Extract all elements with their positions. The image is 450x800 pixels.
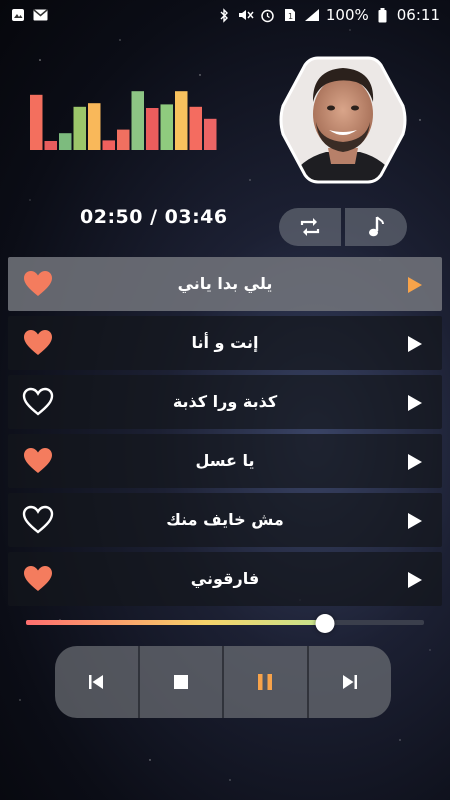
pause-icon (258, 674, 273, 690)
equalizer-bar (175, 91, 188, 150)
equalizer-bar (204, 118, 217, 150)
equalizer-bar (160, 104, 173, 150)
heart-filled-icon[interactable] (22, 564, 54, 594)
play-icon[interactable] (406, 512, 424, 530)
playback-controls (55, 646, 391, 718)
battery-icon (375, 7, 391, 23)
heart-outline-icon[interactable] (22, 387, 54, 417)
play-icon[interactable] (406, 394, 424, 412)
playback-time: 02:50 / 03:46 (80, 206, 228, 228)
song-title: إنت و أنا (191, 333, 259, 352)
gmail-notification-icon (32, 7, 48, 23)
equalizer-bar (131, 91, 144, 150)
play-icon[interactable] (406, 571, 424, 589)
song-row[interactable]: يلي بدا ياني (8, 257, 442, 311)
sim-icon: 1 (282, 7, 298, 23)
skip-previous-icon (89, 675, 104, 689)
equalizer-bar (44, 141, 57, 150)
stop-button[interactable] (140, 646, 224, 718)
seek-bar[interactable] (26, 614, 424, 633)
pause-button[interactable] (224, 646, 309, 718)
previous-button[interactable] (55, 646, 140, 718)
bluetooth-icon (216, 7, 232, 23)
equalizer-bar (102, 140, 115, 150)
mute-icon (238, 7, 254, 23)
signal-icon (304, 7, 320, 23)
song-title: فارقوني (190, 569, 260, 588)
heart-filled-icon[interactable] (22, 269, 54, 299)
song-title: يلي بدا ياني (177, 274, 273, 293)
equalizer-bar (59, 133, 72, 150)
song-row[interactable]: كذبة ورا كذبة (8, 375, 442, 429)
gallery-notification-icon (10, 7, 26, 23)
heart-filled-icon[interactable] (22, 328, 54, 358)
song-list: يلي بدا ياني إنت و أنا كذبة ورا كذبة يا عسل… (8, 257, 442, 611)
heart-filled-icon[interactable] (22, 446, 54, 476)
song-row[interactable]: يا عسل (8, 434, 442, 488)
equalizer-visualizer (30, 91, 217, 150)
song-row[interactable]: إنت و أنا (8, 316, 442, 370)
play-icon[interactable] (406, 335, 424, 353)
skip-next-icon (342, 675, 357, 689)
artist-avatar (276, 52, 410, 188)
equalizer-bar (117, 129, 130, 150)
song-title: كذبة ورا كذبة (172, 392, 278, 411)
alarm-icon (260, 7, 276, 23)
equalizer-bar (88, 103, 101, 150)
song-row[interactable]: فارقوني (8, 552, 442, 606)
equalizer-bar (73, 106, 86, 150)
repeat-button[interactable] (279, 208, 341, 246)
heart-outline-icon[interactable] (22, 505, 54, 535)
song-title: مش خايف منك (166, 510, 284, 529)
svg-text:1: 1 (288, 12, 293, 21)
equalizer-bar (146, 108, 159, 150)
next-button[interactable] (309, 646, 392, 718)
equalizer-bar (30, 94, 43, 150)
status-bar: 1 100% 06:11 (0, 0, 450, 30)
play-icon[interactable] (406, 453, 424, 471)
repeat-icon (300, 218, 320, 236)
equalizer-bar (189, 106, 202, 150)
music-note-icon (369, 216, 384, 237)
seek-progress-fill (26, 620, 325, 625)
seek-thumb[interactable] (315, 614, 334, 633)
song-row[interactable]: مش خايف منك (8, 493, 442, 547)
battery-percentage: 100% (325, 6, 369, 24)
song-title: يا عسل (195, 451, 255, 470)
stop-icon (173, 675, 188, 689)
play-icon[interactable] (406, 276, 424, 294)
music-library-button[interactable] (345, 208, 407, 246)
status-clock: 06:11 (396, 6, 440, 24)
